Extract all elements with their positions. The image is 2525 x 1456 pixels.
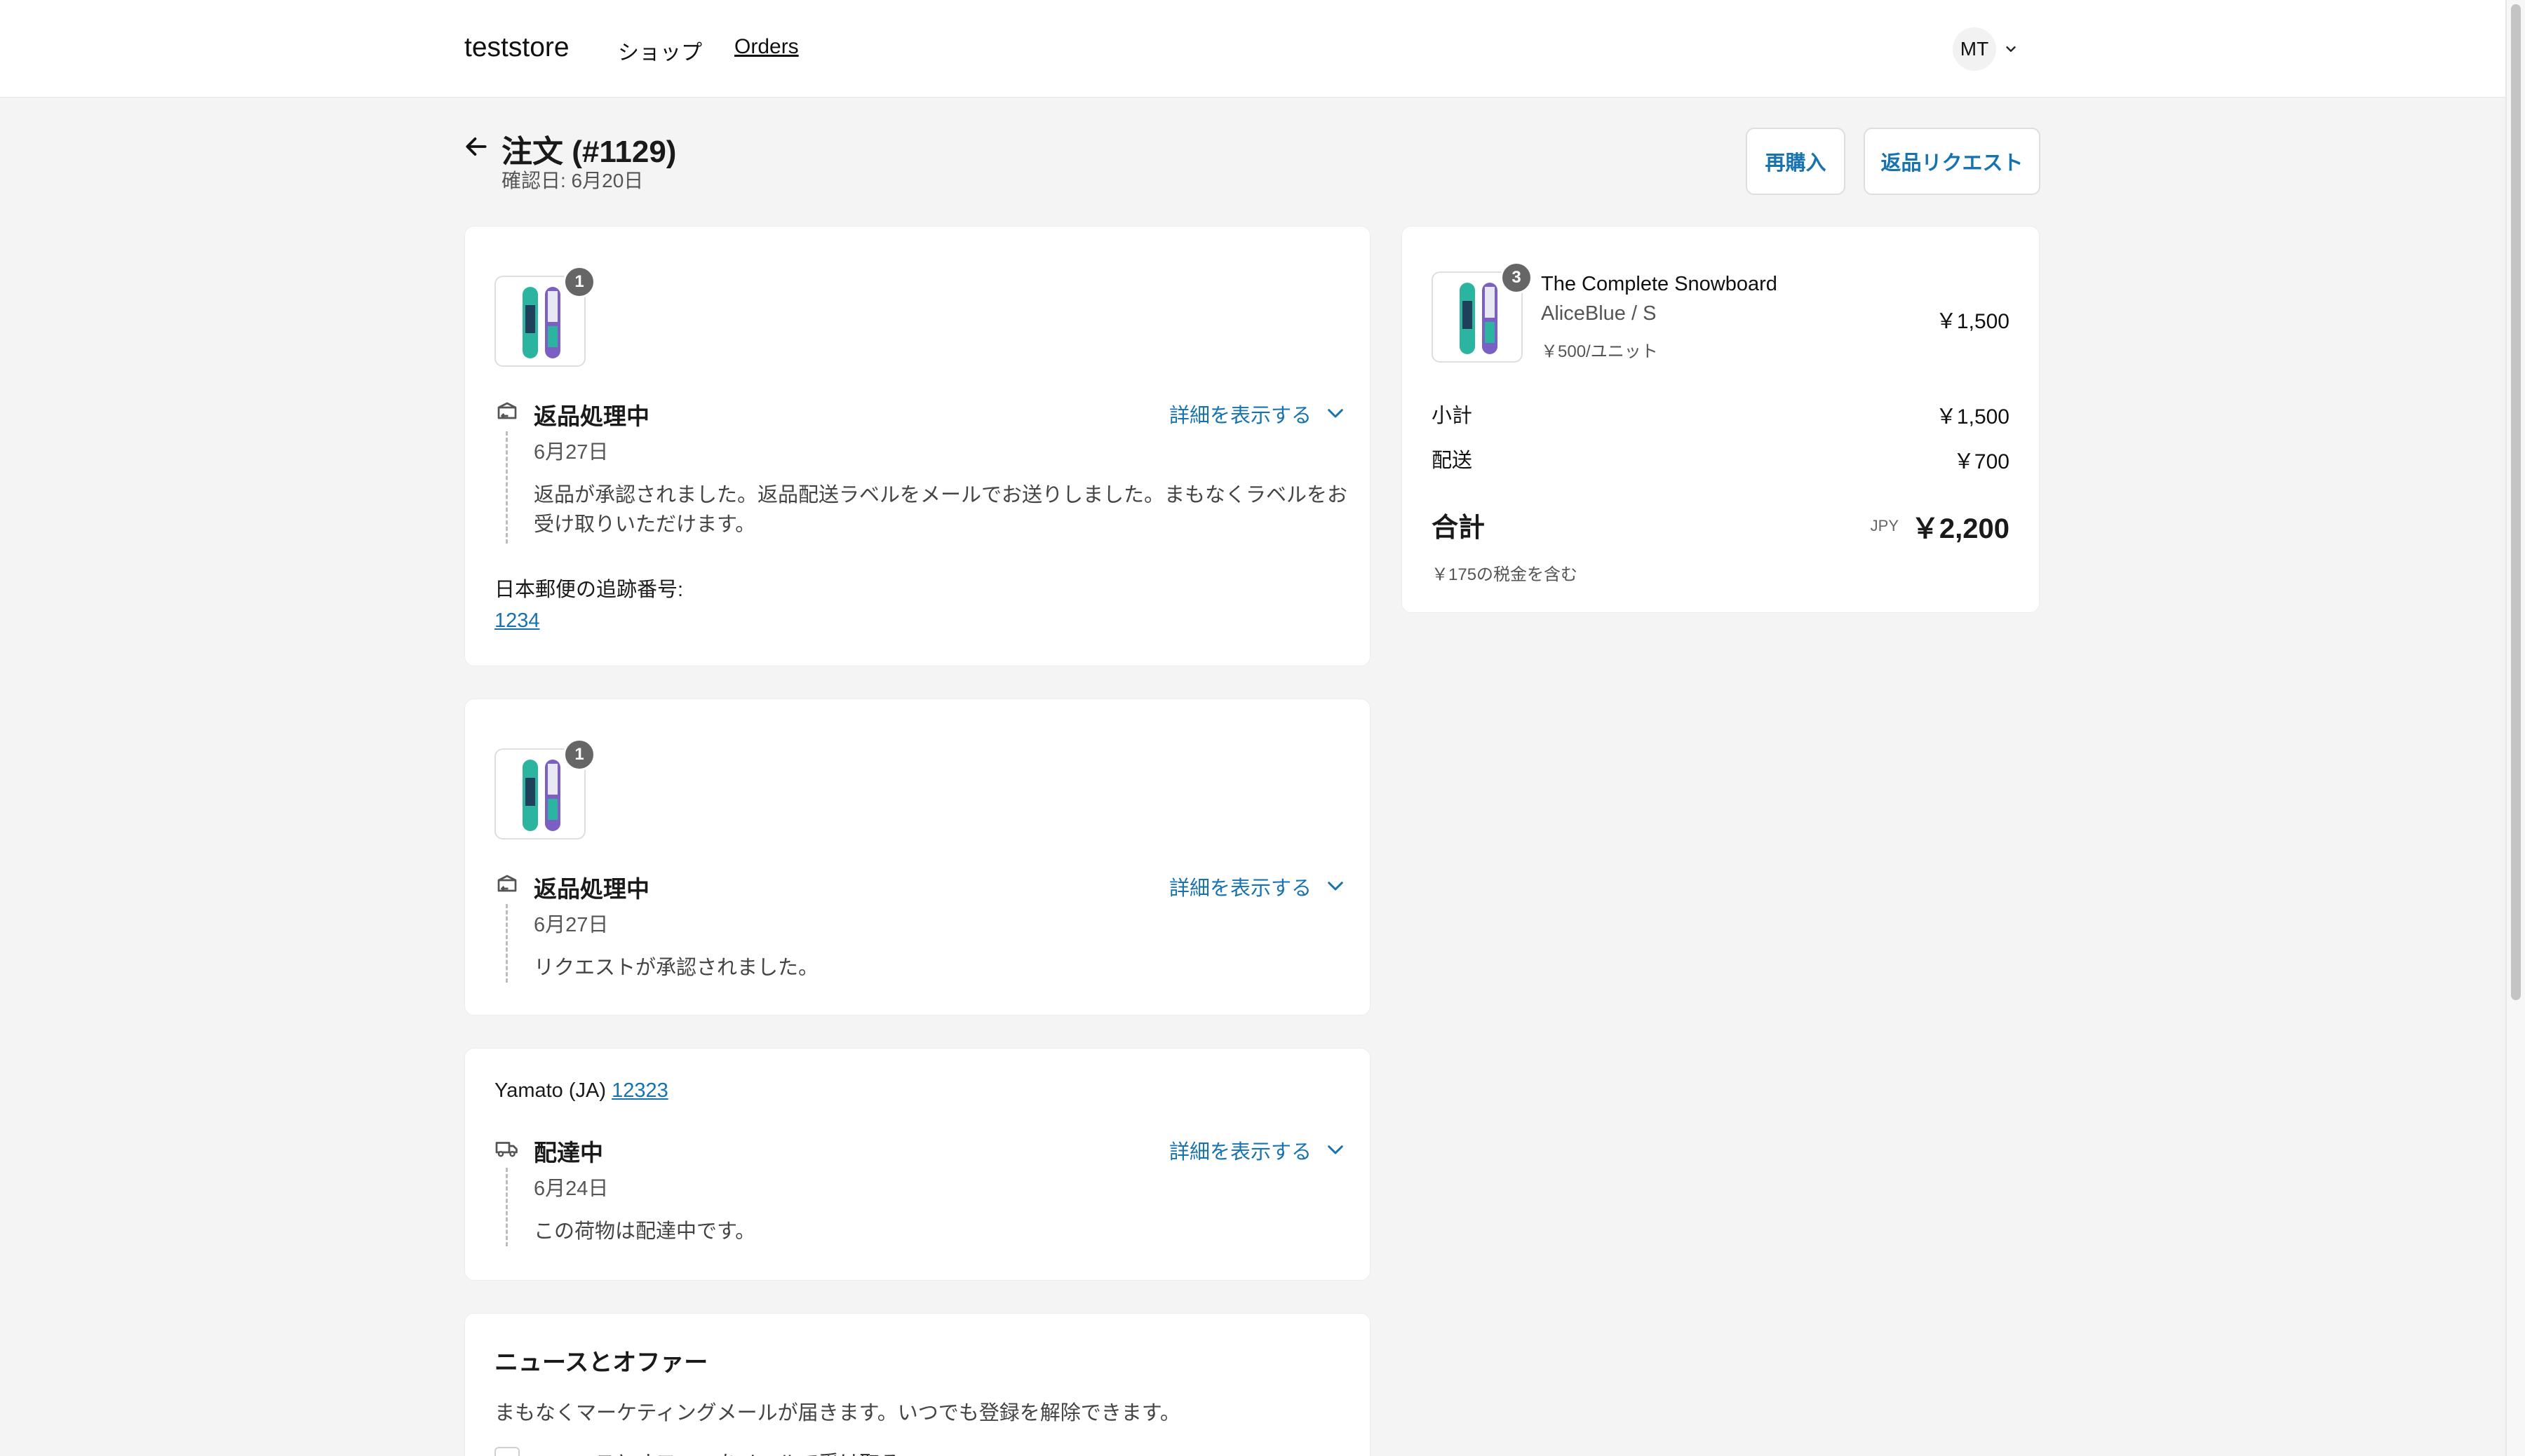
carrier-line: Yamato (JA) 12323 (494, 1079, 668, 1103)
timeline-line (506, 431, 508, 544)
status-date: 6月24日 (534, 1178, 609, 1200)
status-message: リクエストが承認されました。 (534, 957, 819, 979)
product-thumbnail: 3 (1432, 262, 1533, 363)
product-thumbnail: 1 (494, 739, 595, 840)
nav-orders-link[interactable]: Orders (734, 35, 799, 59)
unit-price: ￥500/ユニット (1541, 342, 1658, 361)
carrier-name: Yamato (JA) (494, 1079, 607, 1102)
show-details-label[interactable]: 詳細を表示する (1169, 872, 1312, 901)
tax-note: ￥175の税金を含む (1432, 565, 1578, 584)
return-box-icon (497, 875, 517, 892)
fulfillment-card: 1 返品処理中 詳細を表示する 6月27日 リクエストが承認されました。 (464, 699, 1371, 1016)
fulfillment-card: 1 返品処理中 詳細を表示する 6月27日 返品が承認されました。返品配送ラベル… (464, 226, 1371, 666)
status-message: 返品が承認されました。返品配送ラベルをメールでお送りしました。まもなくラベルをお… (534, 484, 1348, 536)
order-summary-card: 3 The Complete Snowboard AliceBlue / S ￥… (1401, 226, 2040, 613)
product-variant: AliceBlue / S (1541, 302, 1657, 325)
subtotal-label: 小計 (1432, 405, 1473, 427)
newsletter-text: まもなくマーケティングメールが届きます。いつでも登録を解除できます。 (494, 1402, 1180, 1424)
show-details-label[interactable]: 詳細を表示する (1169, 399, 1312, 429)
nav-shop-link[interactable]: ショップ (618, 35, 702, 66)
newsletter-card: ニュースとオファー まもなくマーケティングメールが届きます。いつでも登録を解除で… (464, 1313, 1371, 1456)
delivery-truck-icon (495, 1142, 518, 1157)
show-details-link[interactable]: 詳細を表示する (1169, 872, 1347, 901)
status-message: この荷物は配達中です。 (534, 1220, 756, 1243)
quantity-badge: 1 (563, 266, 595, 298)
newsletter-checkbox-label[interactable]: ニュースとオファーをメールで受け取る (535, 1447, 901, 1456)
timeline-line (506, 904, 508, 983)
status-title: 配達中 (534, 1140, 603, 1166)
page-title: 注文 (#1129) (501, 135, 677, 169)
account-menu[interactable]: MT (1953, 27, 2019, 71)
show-details-link[interactable]: 詳細を表示する (1169, 399, 1347, 429)
top-navigation-bar: teststore ショップ Orders MT (0, 0, 2505, 98)
chevron-down-icon (2006, 46, 2016, 52)
shipping-value: ￥700 (1953, 450, 2009, 473)
chevron-down-icon (1328, 882, 1343, 891)
newsletter-checkbox[interactable] (494, 1447, 520, 1456)
product-name: The Complete Snowboard (1541, 273, 1777, 295)
store-logo[interactable]: teststore (464, 32, 570, 63)
quantity-badge: 3 (1500, 262, 1533, 294)
status-date: 6月27日 (534, 441, 609, 464)
return-box-icon (497, 402, 517, 419)
currency-code: JPY (1870, 517, 1899, 534)
order-confirmed-date: 確認日: 6月20日 (501, 170, 644, 191)
status-title: 返品処理中 (534, 876, 649, 902)
product-thumbnail: 1 (494, 266, 595, 367)
scrollbar-thumb[interactable] (2511, 4, 2521, 1000)
quantity-badge: 1 (563, 739, 595, 771)
timeline-line (506, 1168, 508, 1246)
show-details-label[interactable]: 詳細を表示する (1169, 1135, 1312, 1165)
chevron-down-icon (1328, 1145, 1343, 1154)
status-date: 6月27日 (534, 914, 609, 936)
subtotal-value: ￥1,500 (1935, 405, 2009, 429)
tracking-label: 日本郵便の追跡番号: (494, 579, 684, 601)
return-request-button[interactable]: 返品リクエスト (1864, 128, 2040, 195)
reorder-button[interactable]: 再購入 (1746, 128, 1845, 195)
chevron-down-icon (1328, 409, 1343, 418)
shipping-label: 配送 (1432, 450, 1473, 472)
line-price: ￥1,500 (1935, 310, 2009, 333)
total-label: 合計 (1432, 513, 1486, 543)
tracking-number-link[interactable]: 1234 (494, 609, 540, 633)
show-details-link[interactable]: 詳細を表示する (1169, 1135, 1347, 1165)
status-title: 返品処理中 (534, 403, 649, 429)
newsletter-title: ニュースとオファー (494, 1349, 708, 1376)
back-arrow-icon[interactable] (463, 133, 490, 160)
total-value: ￥2,200 (1911, 513, 2009, 544)
avatar[interactable]: MT (1953, 27, 1996, 71)
shipment-card: Yamato (JA) 12323 配達中 詳細を表示する 6月24日 この荷物… (464, 1048, 1371, 1281)
tracking-number-link[interactable]: 12323 (612, 1079, 668, 1102)
